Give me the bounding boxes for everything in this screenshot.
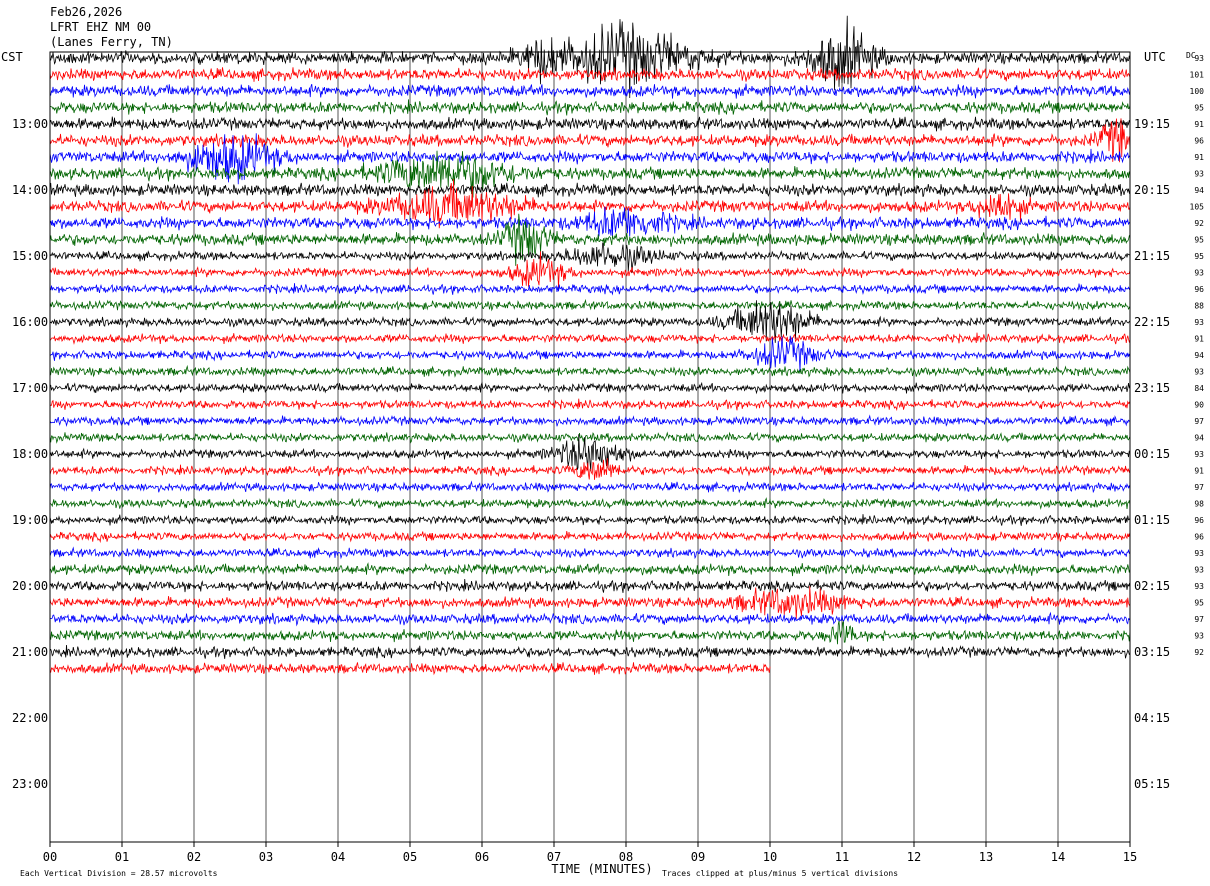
dc-offset-value: 93 [1194,566,1204,575]
x-tick-label: 09 [691,850,705,864]
cst-time-label: 23:00 [12,777,48,791]
x-tick-label: 14 [1051,850,1065,864]
station-label: LFRT EHZ NM 00 [50,20,151,34]
dc-offset-value: 97 [1194,417,1204,426]
x-tick-label: 00 [43,850,57,864]
dc-offset-value: 97 [1194,483,1204,492]
dc-offset-value: 90 [1194,401,1204,410]
footer-scale-note: Each Vertical Division = 28.57 microvolt… [20,869,218,878]
date-label: Feb26,2026 [50,5,122,19]
utc-time-label: 22:15 [1134,315,1170,329]
dc-offset-value: 93 [1194,632,1204,641]
dc-offset-value: 105 [1190,203,1205,212]
dc-offset-value: 92 [1194,648,1204,657]
utc-time-label: 19:15 [1134,117,1170,131]
dc-offset-value: 93 [1194,450,1204,459]
cst-time-label: 19:00 [12,513,48,527]
utc-time-label: 01:15 [1134,513,1170,527]
dc-offset-value: 96 [1194,516,1204,525]
dc-offset-value: 91 [1194,120,1204,129]
utc-time-label: 05:15 [1134,777,1170,791]
utc-time-label: 03:15 [1134,645,1170,659]
utc-time-label: 00:15 [1134,447,1170,461]
dc-label: DC [1186,51,1196,60]
x-tick-label: 02 [187,850,201,864]
dc-offset-value: 95 [1194,599,1204,608]
dc-offset-value: 93 [1194,368,1204,377]
dc-offset-value: 95 [1194,252,1204,261]
cst-time-label: 16:00 [12,315,48,329]
dc-offset-value: 100 [1190,87,1205,96]
dc-offset-value: 96 [1194,533,1204,542]
x-tick-label: 11 [835,850,849,864]
x-tick-label: 13 [979,850,993,864]
dc-offset-value: 96 [1194,285,1204,294]
dc-offset-value: 92 [1194,219,1204,228]
background [0,0,1210,886]
dc-offset-value: 93 [1194,582,1204,591]
dc-offset-value: 91 [1194,153,1204,162]
dc-offset-value: 96 [1194,137,1204,146]
dc-offset-value: 93 [1194,269,1204,278]
x-tick-label: 10 [763,850,777,864]
location-label: (Lanes Ferry, TN) [50,35,173,49]
cst-time-label: 14:00 [12,183,48,197]
x-tick-label: 06 [475,850,489,864]
utc-time-label: 04:15 [1134,711,1170,725]
dc-offset-value: 84 [1194,384,1204,393]
x-tick-label: 04 [331,850,345,864]
dc-offset-value: 88 [1194,302,1204,311]
x-tick-label: 15 [1123,850,1137,864]
cst-time-label: 22:00 [12,711,48,725]
dc-offset-value: 93 [1194,54,1204,63]
cst-time-label: 13:00 [12,117,48,131]
dc-offset-value: 98 [1194,500,1204,509]
dc-offset-value: 97 [1194,615,1204,624]
dc-offset-value: 91 [1194,335,1204,344]
cst-time-label: 15:00 [12,249,48,263]
x-tick-label: 05 [403,850,417,864]
dc-offset-value: 101 [1190,71,1205,80]
dc-offset-value: 94 [1194,351,1204,360]
cst-label: CST [1,50,23,64]
utc-time-label: 20:15 [1134,183,1170,197]
utc-time-label: 23:15 [1134,381,1170,395]
footer-clip-note: Traces clipped at plus/minus 5 vertical … [662,869,898,878]
dc-offset-value: 93 [1194,549,1204,558]
x-tick-label: 12 [907,850,921,864]
utc-time-label: 21:15 [1134,249,1170,263]
dc-offset-value: 95 [1194,104,1204,113]
x-axis-title: TIME (MINUTES) [551,862,652,876]
x-tick-label: 01 [115,850,129,864]
utc-time-label: 02:15 [1134,579,1170,593]
helicorder-plot: 00 01 02 03 04 05 06 07 08 09 10 11 12 13 14 15 13:0014… [0,0,1210,886]
cst-time-label: 20:00 [12,579,48,593]
dc-offset-value: 91 [1194,467,1204,476]
utc-label: UTC [1144,50,1166,64]
cst-time-label: 18:00 [12,447,48,461]
cst-time-label: 17:00 [12,381,48,395]
dc-offset-value: 94 [1194,434,1204,443]
x-tick-label: 03 [259,850,273,864]
cst-time-label: 21:00 [12,645,48,659]
dc-offset-value: 94 [1194,186,1204,195]
dc-offset-value: 93 [1194,170,1204,179]
dc-offset-value: 93 [1194,318,1204,327]
dc-offset-value: 95 [1194,236,1204,245]
